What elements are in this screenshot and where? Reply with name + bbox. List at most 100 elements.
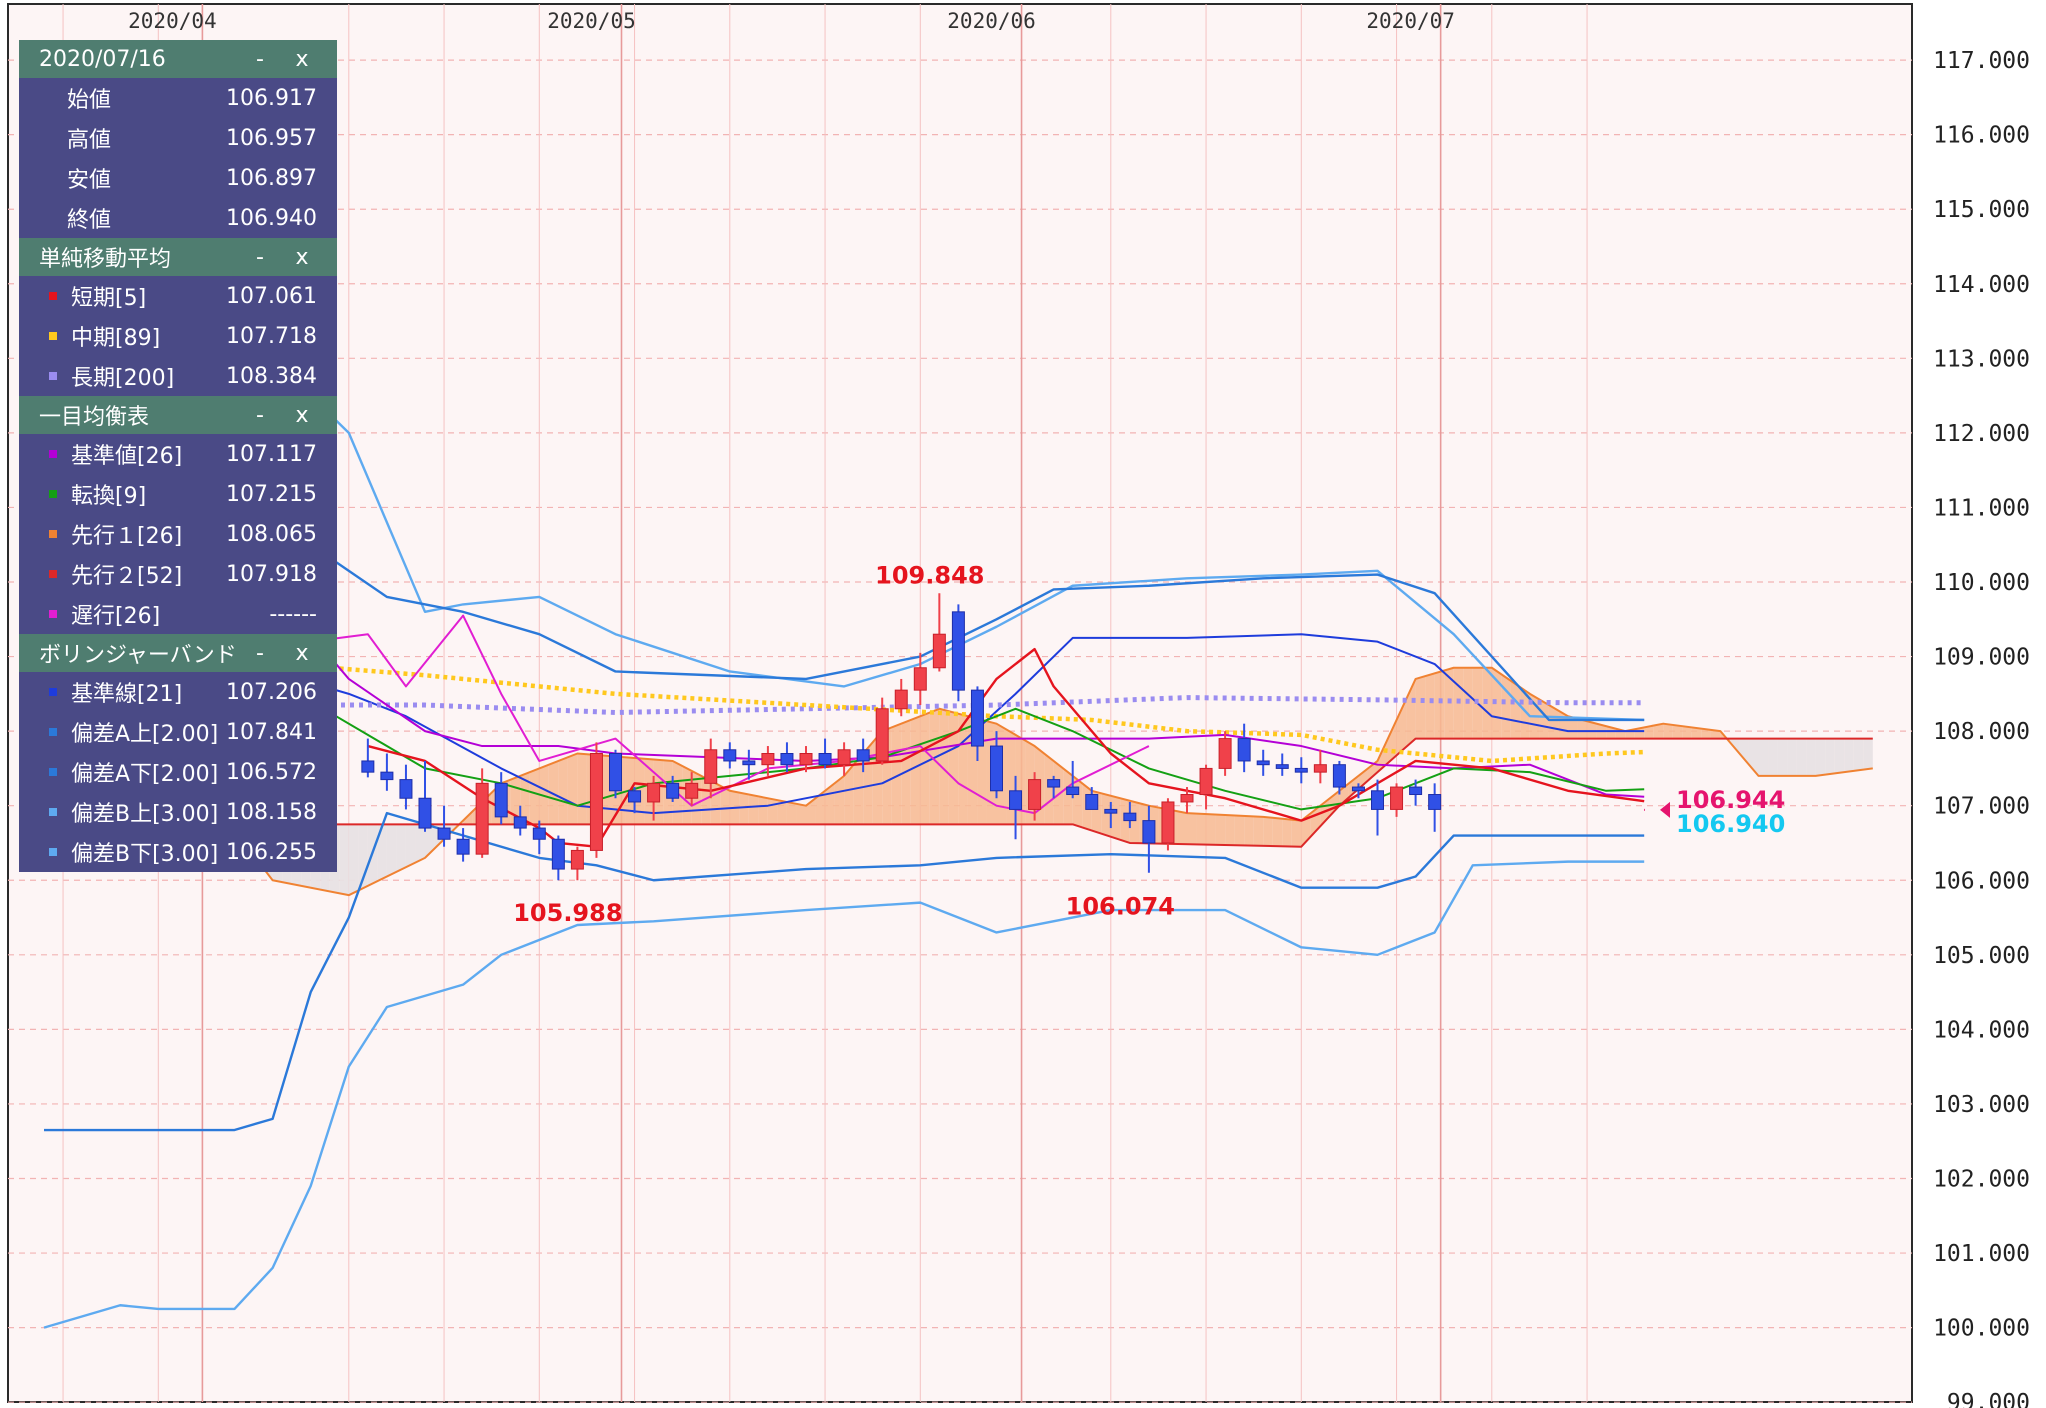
group-close-button[interactable]: x — [281, 641, 323, 666]
indicator-label: 偏差A下[2.00] — [71, 762, 219, 787]
indicator-groups: 単純移動平均 - x 短期[5] 107.061 中期[89] 107.718 長期[200]… — [19, 238, 337, 872]
candle-body[interactable] — [437, 827, 451, 840]
candle-body[interactable] — [742, 760, 756, 766]
cloud-segment — [767, 798, 778, 825]
group-minimize-button[interactable]: - — [239, 641, 281, 666]
candle-body[interactable] — [380, 771, 394, 781]
date-header: 2020/07/16 - x — [19, 40, 337, 78]
candle-body[interactable] — [932, 633, 946, 669]
ohlc-label: 高値 — [67, 128, 112, 153]
candle-body[interactable] — [1294, 767, 1308, 773]
candle-body[interactable] — [1047, 779, 1061, 788]
cloud-segment — [1291, 819, 1302, 847]
price-axis-tick: 115.000 — [1933, 197, 2030, 223]
ohlc-row: 終値 106.940 — [19, 198, 337, 238]
close-button[interactable]: x — [281, 47, 323, 72]
ohlc-value: 106.957 — [226, 125, 317, 151]
candle-body[interactable] — [532, 827, 546, 840]
candle-body[interactable] — [951, 611, 965, 691]
indicator-info-panel[interactable]: 2020/07/16 - x 始値 106.917 高値 106.957 安値 106.8… — [19, 40, 337, 872]
candle-body[interactable] — [799, 753, 813, 766]
candle-body[interactable] — [990, 745, 1003, 792]
legend-color-swatch — [49, 848, 57, 856]
candle-body[interactable] — [513, 816, 527, 829]
candle-body[interactable] — [1085, 794, 1099, 810]
indicator-value: 107.841 — [226, 719, 317, 745]
cloud-segment — [558, 757, 568, 825]
candle-body[interactable] — [1390, 786, 1404, 810]
cloud-segment — [1806, 738, 1816, 776]
candle-body[interactable] — [1180, 794, 1194, 803]
candle-body[interactable] — [647, 782, 661, 803]
candle-body[interactable] — [475, 782, 489, 855]
candle-body[interactable] — [723, 749, 737, 762]
candle-body[interactable] — [551, 838, 565, 870]
candle-body[interactable] — [875, 708, 889, 762]
candle-body[interactable] — [704, 749, 718, 784]
candle-body[interactable] — [1218, 738, 1232, 769]
minimize-button[interactable]: - — [239, 47, 281, 72]
indicator-value: 107.061 — [226, 283, 317, 309]
group-close-button[interactable]: x — [281, 403, 323, 428]
indicator-label: 偏差B上[3.00] — [71, 802, 219, 827]
candle-body[interactable] — [913, 667, 927, 691]
candle-body[interactable] — [780, 753, 794, 766]
candle-body[interactable] — [1332, 764, 1346, 788]
price-axis-tick: 100.000 — [1933, 1316, 2030, 1342]
candle-body[interactable] — [666, 782, 680, 799]
candle-body[interactable] — [1161, 801, 1175, 844]
candle-body[interactable] — [1371, 790, 1384, 810]
candle-body[interactable] — [418, 797, 432, 829]
candle-body[interactable] — [1256, 760, 1270, 766]
candle-body[interactable] — [1009, 790, 1023, 810]
candle-body[interactable] — [970, 689, 984, 747]
indicator-value: ------ — [269, 601, 317, 627]
candle-body[interactable] — [570, 849, 584, 870]
candle-body[interactable] — [1028, 779, 1042, 810]
indicator-label: 基準値[26] — [71, 444, 183, 469]
candle-body[interactable] — [399, 779, 413, 799]
cloud-segment — [796, 803, 806, 825]
candle-body[interactable] — [628, 790, 642, 803]
candle-body[interactable] — [1104, 808, 1118, 814]
legend-color-swatch — [49, 570, 57, 578]
candle-body[interactable] — [589, 753, 603, 851]
cloud-segment — [577, 753, 587, 825]
indicator-group-header: ボリンジャーバンド - x — [19, 634, 337, 672]
cloud-segment — [1234, 815, 1245, 846]
candle-body[interactable] — [1428, 794, 1442, 810]
candle-body[interactable] — [1237, 738, 1251, 762]
candle-body[interactable] — [1351, 786, 1365, 792]
group-minimize-button[interactable]: - — [239, 245, 281, 270]
candle-body[interactable] — [1409, 786, 1423, 796]
indicator-value: 108.384 — [226, 363, 317, 389]
candle-body[interactable] — [1066, 786, 1080, 796]
candle-body[interactable] — [1199, 767, 1213, 796]
candle-body[interactable] — [818, 753, 832, 766]
group-close-button[interactable]: x — [281, 245, 323, 270]
cloud-segment — [1796, 738, 1807, 776]
cloud-segment — [415, 824, 425, 863]
legend-color-swatch — [49, 688, 57, 696]
candle-body[interactable] — [1142, 820, 1156, 844]
candle-body[interactable] — [494, 782, 508, 818]
candle-body[interactable] — [1313, 764, 1327, 773]
candle-body[interactable] — [1275, 764, 1289, 769]
candle-body[interactable] — [837, 749, 851, 766]
candle-body[interactable] — [856, 749, 870, 762]
legend-color-swatch — [49, 292, 57, 300]
candle-body[interactable] — [361, 760, 375, 773]
candle-body[interactable] — [685, 782, 699, 799]
cloud-segment — [929, 708, 940, 825]
group-minimize-button[interactable]: - — [239, 403, 281, 428]
candle-body[interactable] — [761, 753, 775, 766]
cloud-segment — [758, 796, 768, 825]
indicator-label: 偏差A上[2.00] — [71, 722, 219, 747]
cloud-segment — [1501, 674, 1511, 739]
candle-body[interactable] — [609, 753, 622, 792]
candle-body[interactable] — [1123, 812, 1137, 822]
candle-body[interactable] — [894, 689, 908, 710]
candle-body[interactable] — [456, 838, 470, 855]
indicator-value: 107.718 — [226, 323, 317, 349]
indicator-row: 短期[5] 107.061 — [19, 276, 337, 316]
